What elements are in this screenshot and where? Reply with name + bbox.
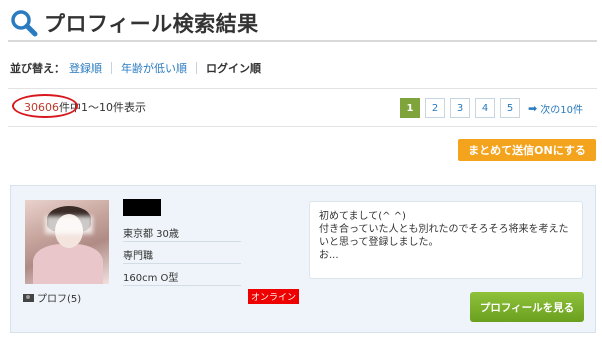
page-5[interactable]: 5 bbox=[500, 98, 520, 118]
pagination: 1 2 3 4 5 ➡ 次の10件 bbox=[400, 98, 583, 118]
sort-options: 並び替え： 登録順 年齢が低い順 ログイン順 bbox=[10, 60, 261, 76]
sort-registration[interactable]: 登録順 bbox=[69, 60, 102, 76]
search-icon bbox=[11, 10, 38, 37]
profile-photo[interactable] bbox=[25, 200, 109, 284]
profile-message: 初めてまして(^ ^) 付き合っていた人とも別れたのでそろそろ将来を考えたいと思… bbox=[309, 201, 583, 279]
camera-icon bbox=[23, 293, 34, 302]
profile-card: プロフ(5) 東京都 30歳 専門職 160cm O型 オンライン 初めてまして… bbox=[10, 185, 596, 333]
location-age: 東京都 30歳 bbox=[123, 221, 241, 242]
separator bbox=[111, 62, 112, 74]
photo-count-label: プロフ(5) bbox=[37, 294, 82, 305]
photo-body bbox=[33, 244, 103, 284]
bulk-send-on-button[interactable]: まとめて送信ONにする bbox=[458, 139, 596, 161]
view-profile-button[interactable]: プロフィールを見る bbox=[470, 292, 584, 322]
message-text: 初めてまして(^ ^) 付き合っていた人とも別れたのでそろそろ将来を考えたいと思… bbox=[319, 211, 569, 261]
arrow-right-icon: ➡ bbox=[528, 101, 538, 115]
result-range: 1〜10件表示 bbox=[81, 101, 146, 114]
divider bbox=[8, 88, 597, 89]
page-1[interactable]: 1 bbox=[400, 98, 420, 118]
occupation: 専門職 bbox=[123, 243, 241, 264]
photo-blur bbox=[45, 216, 93, 234]
sort-login[interactable]: ログイン順 bbox=[206, 60, 261, 76]
divider bbox=[8, 126, 597, 127]
page-4[interactable]: 4 bbox=[475, 98, 495, 118]
sort-label: 並び替え： bbox=[10, 62, 65, 75]
separator bbox=[196, 62, 197, 74]
photo-count-link[interactable]: プロフ(5) bbox=[23, 290, 81, 305]
next-page-label: 次の10件 bbox=[540, 104, 583, 116]
next-page-link[interactable]: ➡ 次の10件 bbox=[528, 101, 583, 116]
result-count: 30606 件中 1〜10件表示 bbox=[12, 93, 146, 118]
page-2[interactable]: 2 bbox=[425, 98, 445, 118]
sort-age-ascending[interactable]: 年齢が低い順 bbox=[121, 60, 187, 76]
redacted-name bbox=[123, 199, 161, 216]
page-title: プロフィール検索結果 bbox=[44, 12, 259, 36]
result-total: 30606 bbox=[12, 93, 78, 118]
height-blood-type: 160cm O型 bbox=[123, 265, 241, 286]
page-3[interactable]: 3 bbox=[450, 98, 470, 118]
highlight-circle bbox=[12, 93, 78, 118]
page-header: プロフィール検索結果 bbox=[8, 6, 597, 42]
online-badge: オンライン bbox=[248, 289, 300, 304]
